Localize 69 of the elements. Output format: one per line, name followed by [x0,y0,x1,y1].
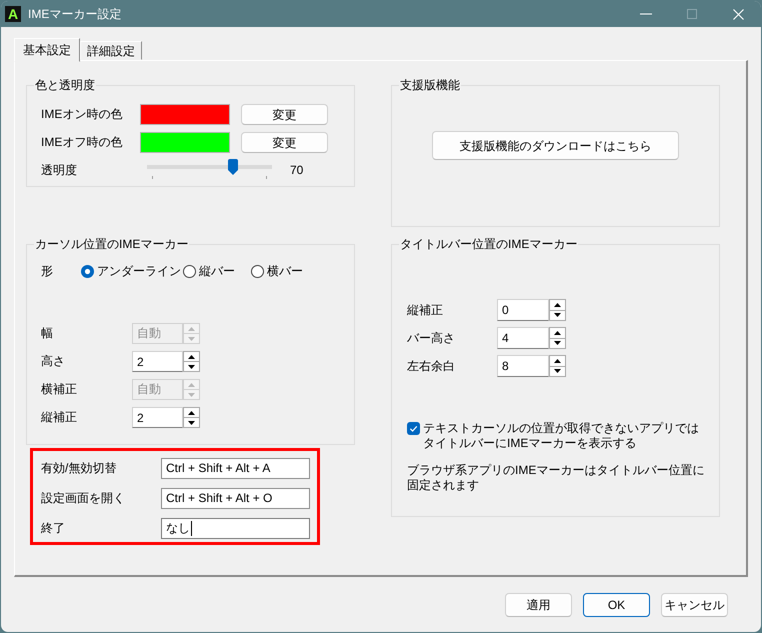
up-triangle-icon [188,326,195,330]
number-field[interactable]: 2 [132,407,183,428]
dialog-button[interactable]: キャンセル [661,593,728,617]
field-label: 形 [41,264,54,278]
down-triangle-icon [188,364,195,368]
shortcut-label: 設定画面を開く [41,491,126,506]
down-triangle-icon [554,369,561,374]
change-button[interactable]: 変更 [241,104,328,125]
shortcut-field[interactable]: Ctrl + Shift + Alt + A [161,458,310,479]
group-title: 色と透明度 [34,77,96,93]
up-triangle-icon [554,358,561,363]
change-button[interactable]: 変更 [241,132,328,153]
color-label: IMEオフ時の色 [41,135,124,150]
number-field[interactable]: 0 [497,299,549,321]
down-triangle-icon [188,336,195,340]
tick-mark [152,176,153,179]
up-triangle-icon [188,382,195,386]
field-label: バー高さ [407,330,456,346]
dialog-button[interactable]: OK [583,593,650,617]
number-field[interactable]: 4 [497,327,549,349]
up-triangle-icon [554,302,561,307]
field-label: 高さ [41,354,66,369]
field-label: 縦補正 [407,302,444,318]
tab[interactable]: 基本設定 [14,38,80,62]
spin-up-button[interactable] [549,355,566,366]
checkbox-option[interactable]: テキストカーソルの位置が取得できないアプリではタイトルバーにIMEマーカーを表示する [407,421,719,451]
spin-up-button[interactable] [549,299,566,310]
spin-up-button[interactable] [549,327,566,338]
down-triangle-icon [554,313,561,318]
opacity-label: 透明度 [41,162,78,178]
number-field[interactable]: 2 [132,351,183,372]
app-logo: A [5,6,21,22]
down-triangle-icon [554,341,561,346]
up-triangle-icon [188,354,195,358]
radio-option[interactable]: 縦バー [183,264,251,278]
note-text: ブラウザ系アプリのIMEマーカーはタイトルバー位置に固定されます [407,463,705,493]
spin-down-button[interactable] [183,418,200,428]
shortcut-field[interactable]: なし [161,518,310,539]
download-button[interactable]: 支援版機能のダウンロードはこちら [432,131,679,160]
group-title: タイトルバー位置のIMEマーカー [399,236,578,252]
group-title: カーソル位置のIMEマーカー [34,236,190,252]
dialog-button[interactable]: 適用 [505,593,572,617]
spin-down-button[interactable] [549,338,566,349]
shortcut-label: 有効/無効切替 [41,461,118,476]
number-field[interactable]: 8 [497,355,549,377]
up-triangle-icon [554,330,561,335]
window-title: IMEマーカー設定 [28,6,122,22]
slider-value: 70 [290,162,304,178]
spin-up-button[interactable] [183,407,200,418]
spin-up-button[interactable] [183,351,200,362]
spin-down-button[interactable] [549,310,566,321]
slider-thumb[interactable] [228,159,238,175]
field-label: 幅 [41,326,54,341]
tick-mark [266,176,267,179]
spin-down-button[interactable] [183,362,200,372]
shortcut-field[interactable]: Ctrl + Shift + Alt + O [161,488,310,509]
shortcut-label: 終了 [41,521,66,536]
field-label: 左右余白 [407,358,456,374]
down-triangle-icon [188,420,195,424]
tab[interactable]: 詳細設定 [80,41,142,60]
down-triangle-icon [188,392,195,396]
radio-option[interactable]: 横バー [251,264,303,278]
color-label: IMEオン時の色 [41,107,124,122]
field-label: 縦補正 [41,410,78,425]
field-label: 横補正 [41,382,78,397]
up-triangle-icon [188,410,195,414]
spin-down-button[interactable] [549,366,566,377]
group-title: 支援版機能 [399,77,461,93]
radio-option[interactable]: アンダーライン [81,264,183,278]
